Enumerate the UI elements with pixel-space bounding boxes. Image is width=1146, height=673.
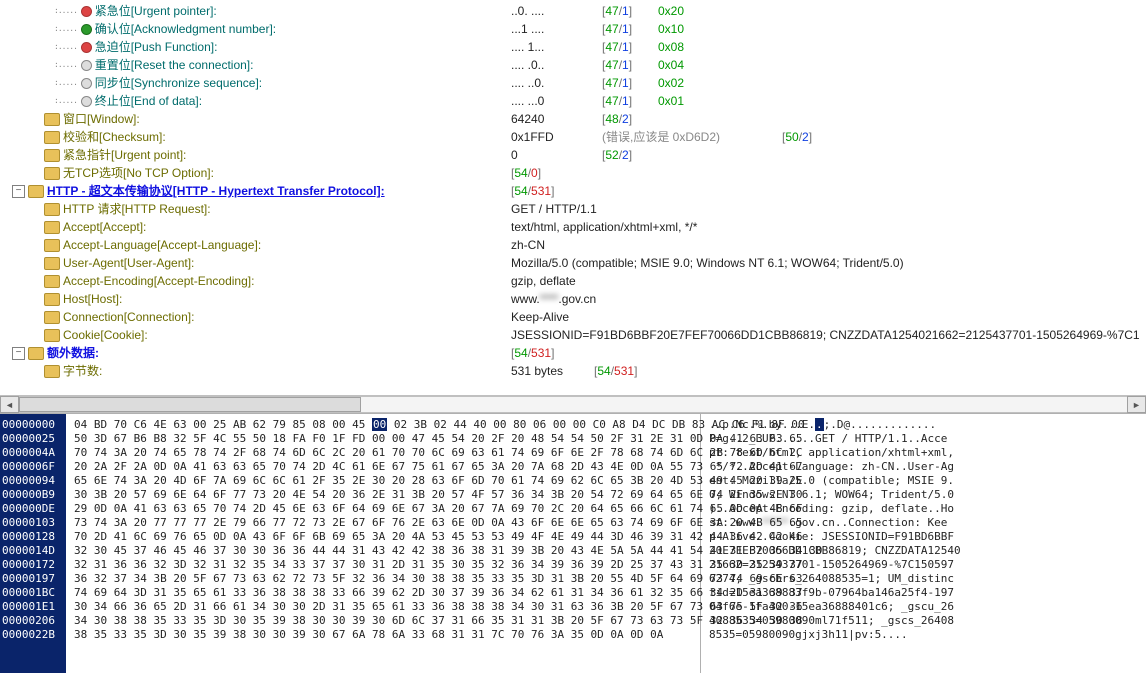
- field-label: 校验和[Checksum]:: [63, 128, 166, 146]
- flag-row[interactable]: :..... 急迫位[Push Function]:.... 1...[47/1…: [4, 38, 1146, 56]
- section-label: HTTP - 超文本传输协议[HTTP - Hypertext Transfer…: [47, 182, 385, 200]
- bullet-icon: [81, 60, 92, 71]
- field-value: JSESSIONID=F91BD6BBF20E7FEF70066DD1CBB86…: [511, 326, 1140, 344]
- field-icon: [44, 203, 60, 216]
- field-value: Mozilla/5.0 (compatible; MSIE 9.0; Windo…: [511, 254, 904, 272]
- field-row[interactable]: 窗口[Window]:64240[48/2]: [4, 110, 1146, 128]
- flag-row[interactable]: :..... 同步位[Synchronize sequence]:.... ..…: [4, 74, 1146, 92]
- field-label: 无TCP选项[No TCP Option]:: [63, 164, 214, 182]
- flag-row[interactable]: :..... 终止位[End of data]:.... ...0[47/1]0…: [4, 92, 1146, 110]
- field-label: 确认位[Acknowledgment number]:: [95, 20, 276, 38]
- http-field-row[interactable]: Accept[Accept]: text/html, application/xh…: [4, 218, 1146, 236]
- http-field-row[interactable]: Accept-Language[Accept-Language]: zh-CN: [4, 236, 1146, 254]
- scroll-thumb[interactable]: [19, 397, 361, 412]
- field-value: ...1 ....: [511, 20, 544, 38]
- hex-bytes[interactable]: 04 BD 70 C6 4E 63 00 25 AB 62 79 85 08 0…: [66, 414, 701, 673]
- field-label: Host[Host]:: [63, 290, 122, 308]
- field-value: Keep-Alive: [511, 308, 569, 326]
- hex-view: 00000000000000250000004A0000006F00000094…: [0, 413, 1146, 673]
- http-section-header[interactable]: − HTTP - 超文本传输协议[HTTP - Hypertext Transfe…: [4, 182, 1146, 200]
- bullet-icon: [81, 24, 92, 35]
- field-icon: [44, 293, 60, 306]
- bullet-icon: [81, 78, 92, 89]
- field-label: 同步位[Synchronize sequence]:: [95, 74, 262, 92]
- bullet-icon: [81, 42, 92, 53]
- http-field-row[interactable]: HTTP 请求[HTTP Request]: GET / HTTP/1.1: [4, 200, 1146, 218]
- section-icon: [28, 347, 44, 360]
- packet-tree: :..... 紧急位[Urgent pointer]:..0. ....[47/…: [0, 0, 1146, 395]
- field-icon: [44, 329, 60, 342]
- scroll-right-button[interactable]: ►: [1127, 396, 1146, 413]
- field-icon: [44, 275, 60, 288]
- field-value: gzip, deflate: [511, 272, 576, 290]
- field-label: User-Agent[User-Agent]:: [63, 254, 194, 272]
- http-field-row[interactable]: Cookie[Cookie]: JSESSIONID=F91BD6BBF20E7F…: [4, 326, 1146, 344]
- field-label: Accept[Accept]:: [63, 218, 146, 236]
- field-value: .... 1...: [511, 38, 544, 56]
- field-label: 重置位[Reset the connection]:: [95, 56, 254, 74]
- field-icon: [44, 221, 60, 234]
- bullet-icon: [81, 96, 92, 107]
- field-value: ..0. ....: [511, 2, 544, 20]
- field-icon: [44, 113, 60, 126]
- field-value: 0: [511, 146, 518, 164]
- field-row[interactable]: 校验和[Checksum]:0x1FFD(错误,应该是 0xD6D2)[50/2…: [4, 128, 1146, 146]
- field-label: 字节数:: [63, 362, 102, 380]
- field-label: 紧急位[Urgent pointer]:: [95, 2, 217, 20]
- field-value: .... ...0: [511, 92, 544, 110]
- flag-row[interactable]: :..... 确认位[Acknowledgment number]:...1 .…: [4, 20, 1146, 38]
- field-label: Connection[Connection]:: [63, 308, 194, 326]
- bytes-row[interactable]: 字节数:531 bytes[54/531]: [4, 362, 1146, 380]
- field-label: 窗口[Window]:: [63, 110, 140, 128]
- field-icon: [44, 365, 60, 378]
- scroll-left-button[interactable]: ◄: [0, 396, 19, 413]
- section-label: 额外数据:: [47, 344, 99, 362]
- http-field-row[interactable]: Host[Host]: www.****.gov.cn: [4, 290, 1146, 308]
- field-value: .... .0..: [511, 56, 544, 74]
- flag-row[interactable]: :..... 紧急位[Urgent pointer]:..0. ....[47/…: [4, 2, 1146, 20]
- hex-offsets: 00000000000000250000004A0000006F00000094…: [0, 414, 66, 673]
- field-value: GET / HTTP/1.1: [511, 200, 597, 218]
- flag-row[interactable]: :..... 重置位[Reset the connection]:.... .0…: [4, 56, 1146, 74]
- collapse-icon[interactable]: −: [12, 185, 25, 198]
- field-value: text/html, application/xhtml+xml, */*: [511, 218, 697, 236]
- field-value: 531 bytes: [511, 362, 563, 380]
- field-icon: [44, 311, 60, 324]
- field-row[interactable]: 无TCP选项[No TCP Option]:[54/0]: [4, 164, 1146, 182]
- field-icon: [44, 167, 60, 180]
- field-label: 终止位[End of data]:: [95, 92, 202, 110]
- field-label: HTTP 请求[HTTP Request]:: [63, 200, 211, 218]
- field-value: 0x1FFD: [511, 128, 554, 146]
- http-field-row[interactable]: Connection[Connection]: Keep-Alive: [4, 308, 1146, 326]
- field-value: www.****.gov.cn: [511, 290, 596, 308]
- field-icon: [44, 239, 60, 252]
- field-value: 64240: [511, 110, 544, 128]
- field-value: zh-CN: [511, 236, 545, 254]
- hex-ascii: ..p.Nc.%.by...E..;.D@.............P=g..2…: [701, 414, 1146, 673]
- tree-hscroll[interactable]: ◄ ►: [0, 395, 1146, 413]
- http-field-row[interactable]: User-Agent[User-Agent]: Mozilla/5.0 (comp…: [4, 254, 1146, 272]
- field-label: Cookie[Cookie]:: [63, 326, 148, 344]
- section-icon: [28, 185, 44, 198]
- field-label: Accept-Language[Accept-Language]:: [63, 236, 261, 254]
- field-label: 急迫位[Push Function]:: [95, 38, 218, 56]
- http-field-row[interactable]: Accept-Encoding[Accept-Encoding]: gzip, d…: [4, 272, 1146, 290]
- field-icon: [44, 149, 60, 162]
- field-icon: [44, 131, 60, 144]
- extra-data-header[interactable]: −额外数据:[54/531]: [4, 344, 1146, 362]
- field-row[interactable]: 紧急指针[Urgent point]:0[52/2]: [4, 146, 1146, 164]
- bullet-icon: [81, 6, 92, 17]
- field-label: Accept-Encoding[Accept-Encoding]:: [63, 272, 254, 290]
- field-label: 紧急指针[Urgent point]:: [63, 146, 186, 164]
- field-icon: [44, 257, 60, 270]
- collapse-icon[interactable]: −: [12, 347, 25, 360]
- field-value: .... ..0.: [511, 74, 544, 92]
